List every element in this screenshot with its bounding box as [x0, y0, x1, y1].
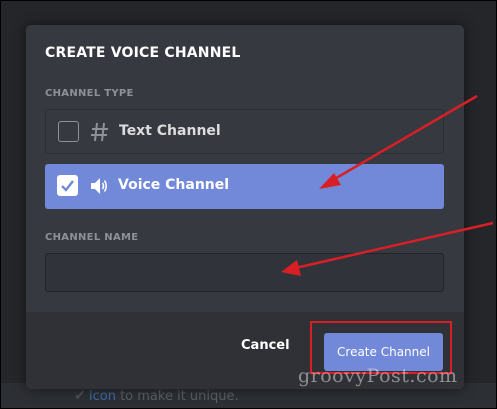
- screenshot-frame: ✔ icon to make it unique. CREATE VOICE C…: [0, 0, 497, 409]
- channel-type-label: CHANNEL TYPE: [45, 88, 134, 99]
- create-voice-channel-dialog: CREATE VOICE CHANNEL CHANNEL TYPE Text C…: [26, 25, 464, 389]
- text-channel-label: Text Channel: [119, 123, 221, 139]
- background-check-icon: ✔: [74, 388, 86, 404]
- voice-channel-option[interactable]: Voice Channel: [45, 164, 444, 209]
- hash-icon: [91, 122, 108, 142]
- speaker-icon: [91, 178, 108, 194]
- cancel-button[interactable]: Cancel: [241, 338, 290, 353]
- background-hint: icon to make it unique.: [89, 389, 239, 404]
- text-channel-checkbox[interactable]: [58, 121, 79, 142]
- channel-name-input[interactable]: [45, 253, 444, 292]
- voice-channel-label: Voice Channel: [118, 177, 230, 193]
- dialog-title: CREATE VOICE CHANNEL: [45, 45, 241, 61]
- background-hint-link[interactable]: icon: [89, 389, 116, 404]
- background-hint-text: to make it unique.: [115, 389, 239, 404]
- voice-channel-checkbox[interactable]: [57, 175, 78, 196]
- watermark: groovyPost.com: [298, 365, 458, 387]
- text-channel-option[interactable]: Text Channel: [45, 109, 444, 154]
- channel-name-label: CHANNEL NAME: [45, 232, 139, 243]
- checkmark-icon: [61, 180, 74, 192]
